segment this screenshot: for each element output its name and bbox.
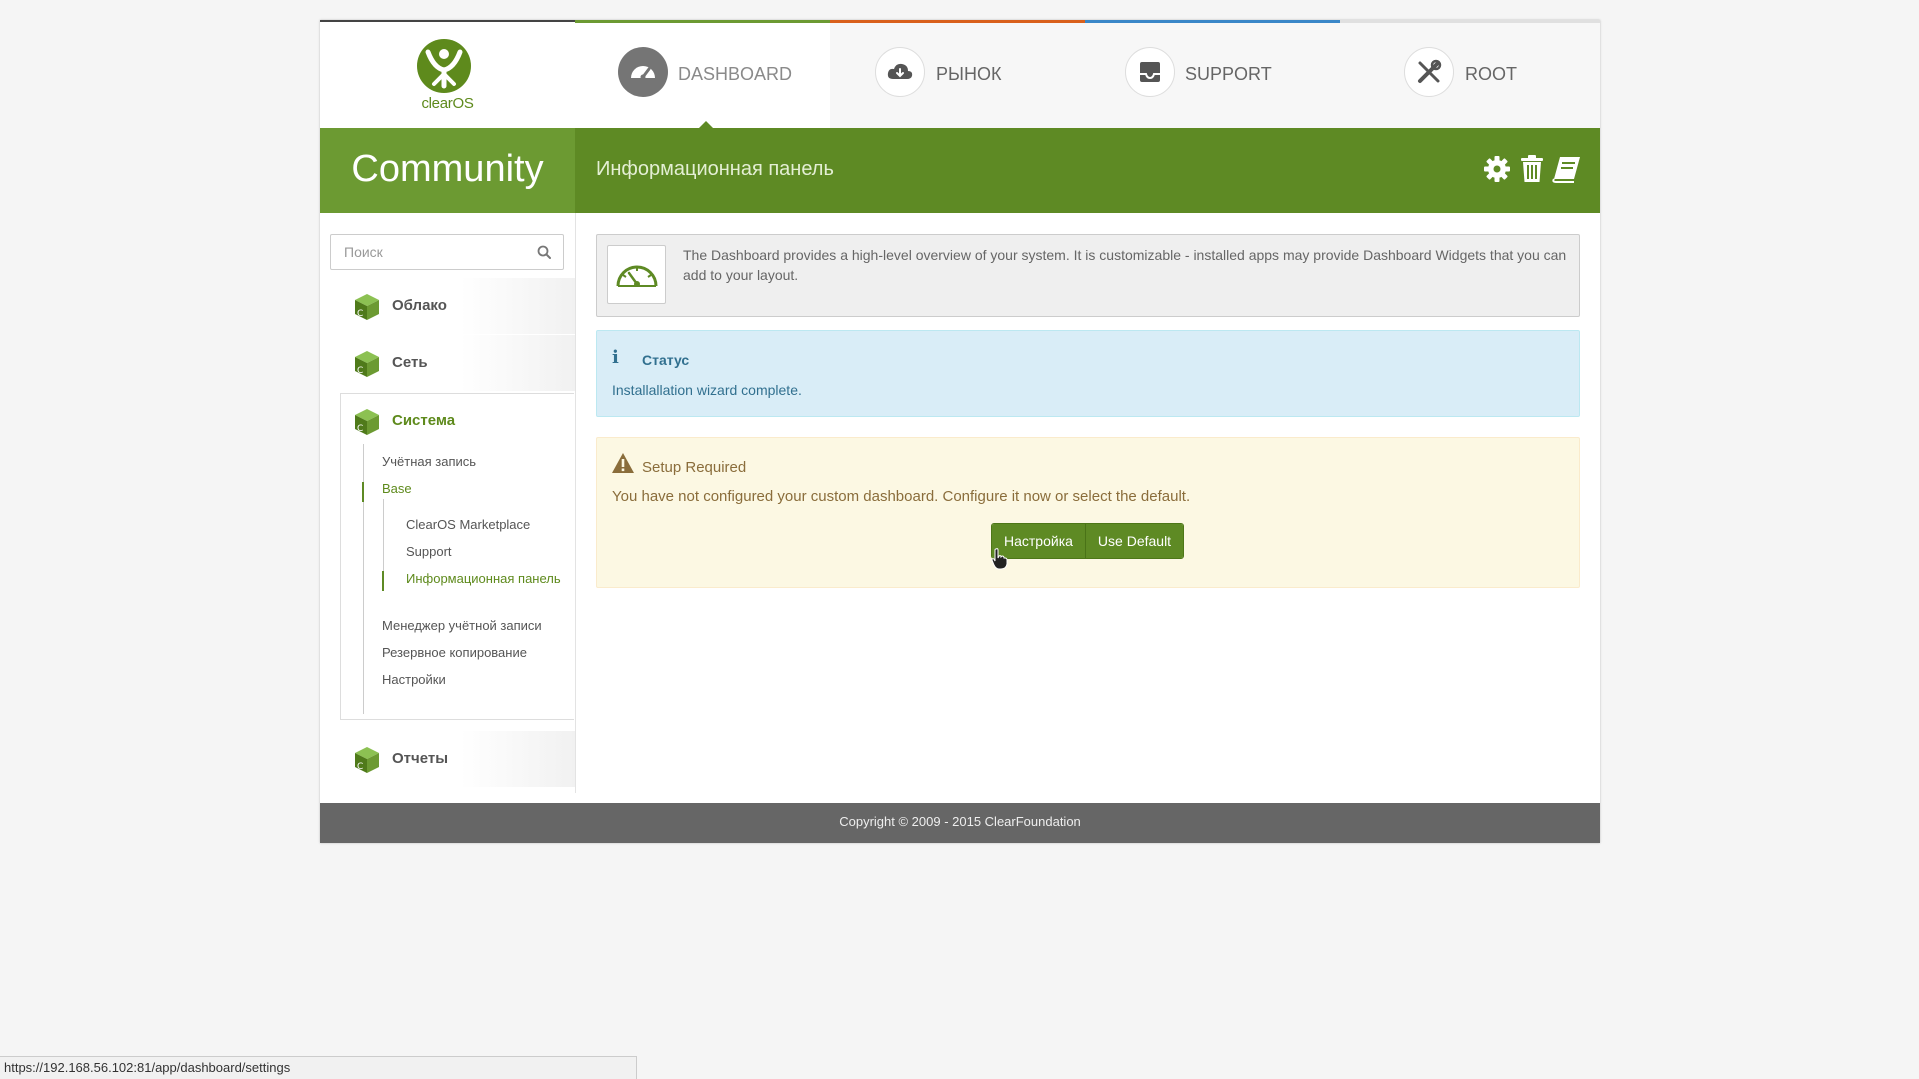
description-box: The Dashboard provides a high-level over…: [596, 234, 1580, 317]
info-icon: i: [612, 347, 619, 368]
speedometer-icon: [618, 47, 668, 97]
edition-box: Community: [320, 128, 575, 213]
status-title: Статус: [642, 352, 690, 368]
tab-market-label: РЫНОК: [936, 64, 1002, 84]
sidebar-item-network[interactable]: C Сеть: [320, 335, 575, 391]
cube-icon: C: [355, 294, 379, 320]
tab-support[interactable]: SUPPORT: [1085, 20, 1340, 128]
edition-label: Community: [351, 148, 544, 190]
tools-icon: [1404, 47, 1454, 97]
clearos-logo-icon: [417, 39, 471, 93]
sidebar-item-label: Отчеты: [392, 750, 449, 767]
sidebar-item-label: Облако: [392, 297, 447, 314]
sidebar-item-system[interactable]: C Система: [340, 393, 570, 449]
speedometer-icon: [607, 245, 666, 304]
sidebar-subitem-account-manager[interactable]: Менеджер учётной записи: [382, 618, 542, 633]
setup-button-group: Настройка Use Default: [991, 523, 1185, 559]
hand-cursor-icon: [991, 548, 1008, 570]
tab-dashboard-label: DASHBOARD: [678, 64, 793, 84]
sidebar-subitem-support[interactable]: Support: [406, 544, 452, 559]
app-window: clearOS DASHBOARD РЫНОК SUPPORT ROOT Com…: [320, 20, 1600, 843]
search-box: [330, 234, 564, 270]
footer: Copyright © 2009 - 2015 ClearFoundation: [320, 803, 1600, 843]
setup-alert: Setup Required You have not configured y…: [596, 437, 1580, 588]
svg-text:C: C: [357, 309, 363, 319]
tab-support-label: SUPPORT: [1185, 64, 1272, 84]
book-icon[interactable]: [1552, 154, 1582, 184]
setup-text: You have not configured your custom dash…: [612, 488, 1191, 505]
sidebar-subitem-account[interactable]: Учётная запись: [382, 454, 476, 469]
setup-title: Setup Required: [642, 459, 747, 476]
sidebar-subitem-base[interactable]: Base: [382, 481, 412, 496]
sidebar-item-label: Система: [392, 412, 456, 429]
search-input[interactable]: [331, 235, 544, 269]
svg-text:C: C: [357, 424, 363, 434]
inbox-icon: [1125, 47, 1175, 97]
cube-icon: C: [355, 351, 379, 377]
sidebar-item-cloud[interactable]: C Облако: [320, 278, 575, 334]
search-icon[interactable]: [537, 245, 551, 259]
status-text: Installallation wizard complete.: [612, 382, 802, 398]
use-default-button[interactable]: Use Default: [1084, 524, 1184, 558]
sidebar: C Облако C Сеть C: [320, 213, 576, 793]
cube-icon: C: [355, 747, 379, 773]
tab-root[interactable]: ROOT: [1340, 20, 1600, 128]
sidebar-subitem-settings[interactable]: Настройки: [382, 672, 446, 687]
tab-market[interactable]: РЫНОК: [830, 20, 1085, 128]
logo[interactable]: clearOS: [320, 22, 575, 128]
sidebar-subitem-backup[interactable]: Резервное копирование: [382, 645, 527, 660]
svg-text:C: C: [357, 366, 363, 376]
status-bar-url: https://192.168.56.102:81/app/dashboard/…: [0, 1056, 637, 1079]
sidebar-item-label: Сеть: [392, 354, 428, 371]
svg-text:C: C: [357, 762, 363, 772]
page-title: Информационная панель: [596, 158, 834, 180]
cube-icon: C: [355, 409, 379, 435]
sidebar-subitem-dashboard[interactable]: Информационная панель: [406, 571, 561, 586]
sidebar-item-reports[interactable]: C Отчеты: [320, 731, 575, 787]
trash-icon[interactable]: [1517, 154, 1547, 184]
tab-root-label: ROOT: [1465, 64, 1517, 84]
sidebar-subitem-marketplace[interactable]: ClearOS Marketplace: [406, 517, 530, 532]
warning-icon: [612, 453, 634, 473]
logo-text: clearOS: [421, 95, 474, 112]
title-bar: Community Информационная панель: [320, 128, 1600, 213]
description-text: The Dashboard provides a high-level over…: [683, 247, 1567, 283]
gear-icon[interactable]: [1482, 154, 1512, 184]
tab-dashboard[interactable]: DASHBOARD: [575, 20, 830, 128]
cloud-download-icon: [875, 47, 925, 97]
status-alert: i Статус Installallation wizard complete…: [596, 330, 1580, 417]
